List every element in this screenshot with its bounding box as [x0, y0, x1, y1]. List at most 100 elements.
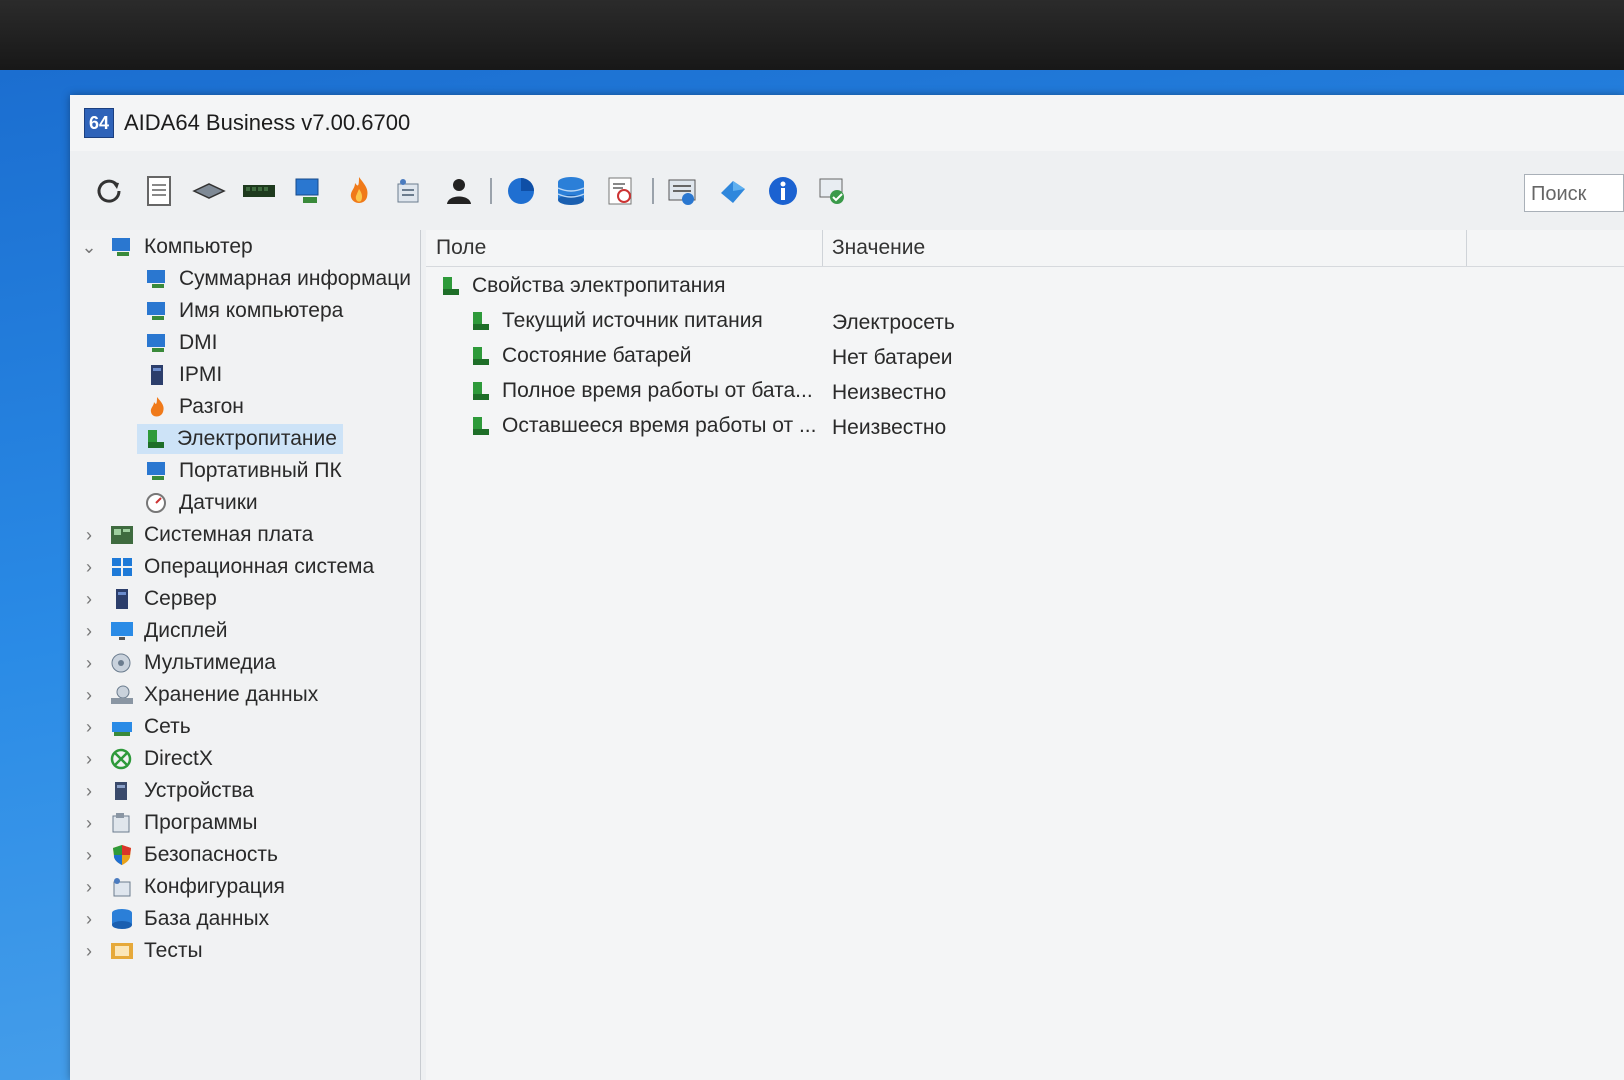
tree-item-label: Устройства [144, 779, 254, 802]
list-row-field: Полное время работы от бата... [502, 379, 813, 402]
tree-item-label: Системная плата [144, 523, 314, 546]
shield-icon [113, 845, 131, 865]
tree-item-label: Безопасность [144, 843, 278, 866]
aida64-app-icon: 64 [84, 108, 114, 138]
report-icon[interactable] [140, 172, 178, 210]
list-row[interactable]: Состояние батарей [468, 340, 692, 372]
tree-item-power[interactable]: Электропитание [137, 424, 343, 454]
details-list: Поле Значение Свойства электропитания Те… [426, 230, 1624, 1080]
chevron-right-icon[interactable]: › [80, 941, 98, 962]
tree-item-label: Портативный ПК [179, 459, 342, 482]
motherboard-icon [111, 526, 133, 544]
chevron-right-icon[interactable]: › [80, 557, 98, 578]
list-row[interactable]: Полное время работы от бата... [468, 375, 813, 407]
toolbar-separator [652, 178, 654, 204]
tree-item-server[interactable]: › Сервер [80, 584, 217, 614]
devices-icon [115, 782, 127, 800]
chevron-right-icon[interactable]: › [80, 525, 98, 546]
tree-item-multimedia[interactable]: › Мультимедиа [80, 648, 276, 678]
chevron-right-icon[interactable]: › [80, 909, 98, 930]
navigation-tree: ⌄ Компьютер Суммарная информаци Имя комп… [70, 230, 421, 1080]
tree-item-computer-name[interactable]: Имя компьютера [145, 296, 343, 326]
column-divider[interactable] [822, 230, 823, 266]
server-icon [116, 589, 128, 609]
tree-item-computer[interactable]: ⌄ Компьютер [80, 232, 252, 262]
chevron-right-icon[interactable]: › [80, 717, 98, 738]
list-row[interactable]: Текущий источник питания [468, 305, 763, 337]
tree-item-overclock[interactable]: Разгон [145, 392, 244, 422]
tree-item-directx[interactable]: › DirectX [80, 744, 213, 774]
tree-item-label: Хранение данных [144, 683, 319, 706]
tree-item-ipmi[interactable]: IPMI [145, 360, 222, 390]
search-input[interactable]: Поиск [1524, 174, 1624, 212]
tree-item-label: Электропитание [177, 427, 337, 450]
directx-sphere-icon[interactable] [502, 172, 540, 210]
info-icon[interactable] [764, 172, 802, 210]
list-group-row[interactable]: Свойства электропитания [438, 270, 726, 302]
tree-item-label: Датчики [179, 491, 258, 514]
storage-icon [111, 685, 133, 704]
list-row-value: Неизвестно [832, 416, 947, 439]
tree-item-label: Суммарная информаци [179, 267, 411, 290]
tree-item-label: Операционная система [144, 555, 375, 578]
chevron-right-icon[interactable]: › [80, 877, 98, 898]
user-icon[interactable] [440, 172, 478, 210]
tree-item-label: IPMI [179, 363, 223, 386]
tree-item-dmi[interactable]: DMI [145, 328, 218, 358]
tree-item-tests[interactable]: › Тесты [80, 936, 203, 966]
computer-icon[interactable] [290, 172, 328, 210]
refresh-icon[interactable] [90, 172, 128, 210]
chevron-right-icon[interactable]: › [80, 813, 98, 834]
database-icon[interactable] [552, 172, 590, 210]
network-icon[interactable] [664, 172, 702, 210]
tree-item-motherboard[interactable]: › Системная плата [80, 520, 313, 550]
tree-item-label: Сервер [144, 587, 217, 610]
tree-item-label: Мультимедиа [144, 651, 276, 674]
tree-item-portable[interactable]: Портативный ПК [145, 456, 342, 486]
tree-item-security[interactable]: › Безопасность [80, 840, 278, 870]
power-icon [148, 430, 164, 448]
column-header-value[interactable]: Значение [832, 236, 925, 260]
tree-item-database[interactable]: › База данных [80, 904, 269, 934]
list-row-field: Текущий источник питания [502, 309, 763, 332]
tree-item-programs[interactable]: › Программы [80, 808, 257, 838]
config-icon [113, 878, 131, 897]
tree-item-label: Тесты [144, 939, 203, 962]
tree-item-os[interactable]: › Операционная система [80, 552, 374, 582]
audit-icon[interactable] [814, 172, 852, 210]
tree-item-network[interactable]: › Сеть [80, 712, 191, 742]
toolbar [70, 151, 1624, 231]
multimedia-icon [111, 653, 131, 673]
server-icon [151, 365, 163, 385]
memory-icon[interactable] [240, 172, 278, 210]
chevron-right-icon[interactable]: › [80, 589, 98, 610]
update-icon[interactable] [714, 172, 752, 210]
motherboard-icon[interactable] [190, 172, 228, 210]
chevron-right-icon[interactable]: › [80, 845, 98, 866]
tree-item-display[interactable]: › Дисплей [80, 616, 228, 646]
list-row[interactable]: Оставшееся время работы от ... [468, 410, 816, 442]
tree-item-sensors[interactable]: Датчики [145, 488, 258, 518]
tree-item-storage[interactable]: › Хранение данных [80, 680, 318, 710]
column-divider[interactable] [1466, 230, 1467, 266]
xbox-icon [110, 748, 132, 770]
sensor-icon [146, 493, 166, 513]
tree-item-label: DMI [179, 331, 218, 354]
monitor-bezel [0, 0, 1624, 80]
chevron-right-icon[interactable]: › [80, 685, 98, 706]
computer-icon [147, 462, 165, 480]
flame-icon[interactable] [340, 172, 378, 210]
chevron-right-icon[interactable]: › [80, 621, 98, 642]
tree-item-summary[interactable]: Суммарная информаци [145, 264, 411, 294]
tree-item-label: Разгон [179, 395, 244, 418]
chevron-down-icon[interactable]: ⌄ [80, 237, 98, 258]
benchmark-icon[interactable] [602, 172, 640, 210]
chevron-right-icon[interactable]: › [80, 653, 98, 674]
chevron-right-icon[interactable]: › [80, 749, 98, 770]
tree-item-devices[interactable]: › Устройства [80, 776, 254, 806]
tree-item-configuration[interactable]: › Конфигурация [80, 872, 285, 902]
column-header-field[interactable]: Поле [436, 236, 486, 260]
chevron-right-icon[interactable]: › [80, 781, 98, 802]
config-icon[interactable] [390, 172, 428, 210]
tree-item-label: Дисплей [144, 619, 228, 642]
